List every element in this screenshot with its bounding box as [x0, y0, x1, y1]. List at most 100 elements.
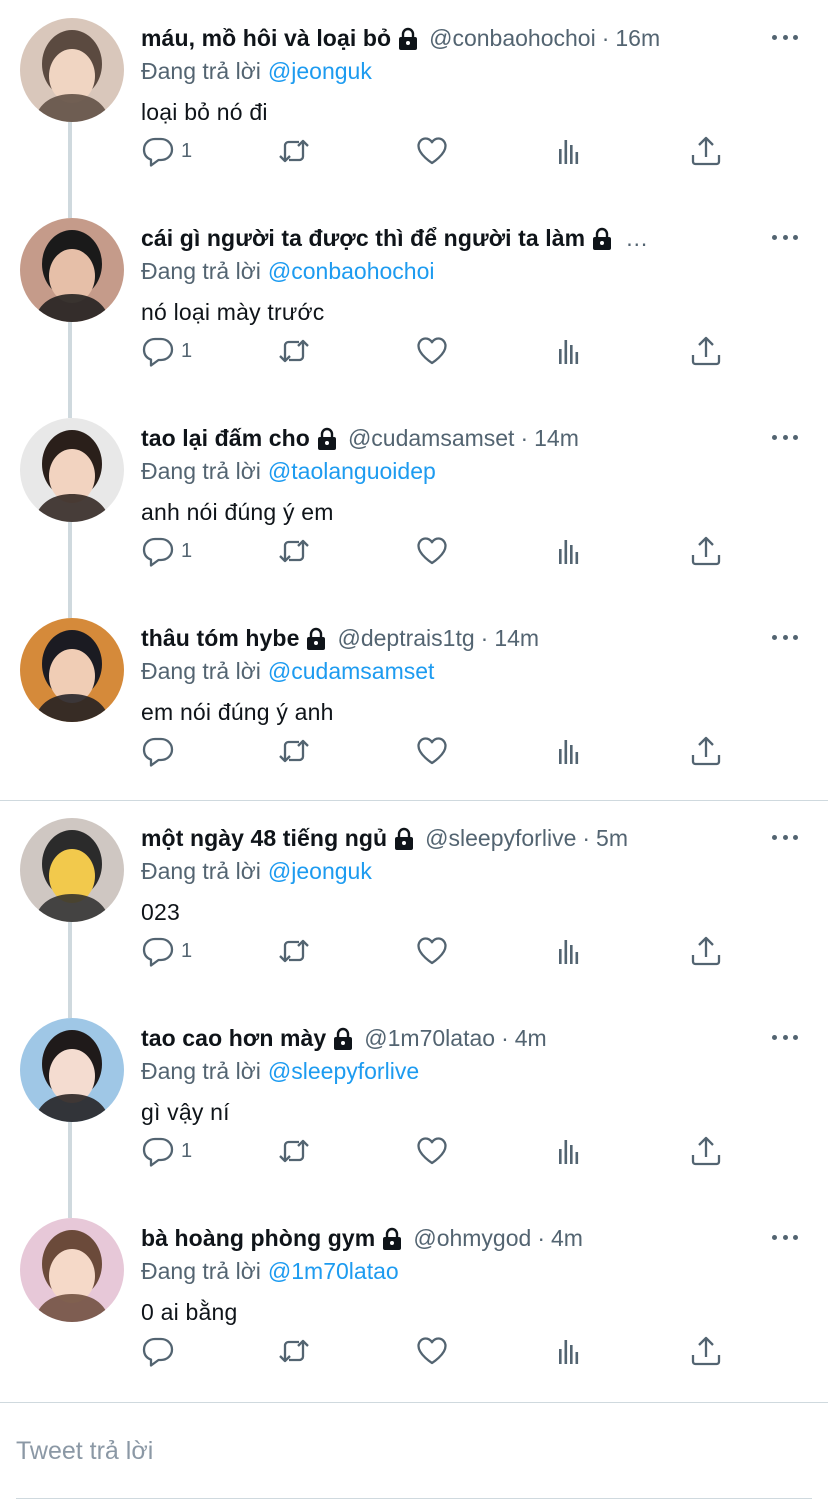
avatar[interactable]	[20, 618, 124, 722]
mention-link[interactable]: @jeonguk	[268, 858, 372, 884]
replying-to-label: Đang trả lời	[141, 458, 261, 484]
retweet-button[interactable]	[277, 134, 311, 168]
retweet-button[interactable]	[277, 934, 311, 968]
tweet-header: cái gì người ta được thì để người ta làm…	[141, 222, 758, 254]
like-button[interactable]	[415, 334, 449, 368]
reply-button[interactable]: 1	[141, 534, 192, 568]
more-icon[interactable]	[772, 226, 798, 248]
mention-link[interactable]: @sleepyforlive	[268, 1058, 419, 1084]
more-icon[interactable]	[772, 1026, 798, 1048]
retweet-button[interactable]	[277, 1134, 311, 1168]
user-handle[interactable]: @deptrais1tg	[337, 622, 474, 654]
share-button[interactable]	[689, 1134, 723, 1168]
timestamp[interactable]: 4m	[515, 1022, 547, 1054]
share-button[interactable]	[689, 334, 723, 368]
tweet[interactable]: máu, mồ hôi và loại bỏ @conbaohochoi · 16m Đ…	[0, 0, 828, 200]
replying-to-label: Đang trả lời	[141, 658, 261, 684]
tweet-text: anh nói đúng ý em	[141, 499, 334, 525]
timestamp[interactable]: 14m	[494, 622, 539, 654]
display-name[interactable]: một ngày 48 tiếng ngủ	[141, 822, 387, 854]
stats-icon	[553, 334, 587, 368]
avatar[interactable]	[20, 418, 124, 522]
mention-link[interactable]: @cudamsamset	[268, 658, 435, 684]
display-name[interactable]: tao cao hơn mày	[141, 1022, 326, 1054]
reply-icon	[141, 134, 175, 168]
replying-to: Đang trả lời @jeonguk	[141, 855, 372, 887]
stats-button[interactable]	[553, 534, 587, 568]
share-button[interactable]	[689, 534, 723, 568]
reply-button[interactable]: 1	[141, 334, 192, 368]
avatar[interactable]	[20, 818, 124, 922]
reply-input[interactable]	[16, 1431, 806, 1471]
tweet[interactable]: cái gì người ta được thì để người ta làm…	[0, 200, 828, 400]
tweet[interactable]: tao cao hơn mày @1m70latao · 4m Đang trả lời…	[0, 1000, 828, 1200]
avatar[interactable]	[20, 1018, 124, 1122]
display-name[interactable]: tao lại đấm cho	[141, 422, 310, 454]
stats-button[interactable]	[553, 334, 587, 368]
stats-button[interactable]	[553, 1334, 587, 1368]
lock-icon	[393, 827, 415, 851]
reply-button[interactable]	[141, 1334, 181, 1368]
mention-link[interactable]: @taolanguoidep	[268, 458, 436, 484]
like-button[interactable]	[415, 734, 449, 768]
more-icon[interactable]	[772, 1226, 798, 1248]
like-button[interactable]	[415, 1334, 449, 1368]
timestamp[interactable]: 16m	[615, 22, 660, 54]
stats-button[interactable]	[553, 734, 587, 768]
action-bar: 1	[141, 534, 741, 568]
display-name[interactable]: cái gì người ta được thì để người ta làm	[141, 222, 585, 254]
more-icon[interactable]	[772, 826, 798, 848]
avatar[interactable]	[20, 1218, 124, 1322]
like-button[interactable]	[415, 534, 449, 568]
like-button[interactable]	[415, 134, 449, 168]
stats-button[interactable]	[553, 134, 587, 168]
retweet-button[interactable]	[277, 734, 311, 768]
avatar[interactable]	[20, 218, 124, 322]
share-button[interactable]	[689, 734, 723, 768]
stats-button[interactable]	[553, 934, 587, 968]
user-handle[interactable]: @conbaohochoi	[429, 22, 596, 54]
replying-to: Đang trả lời @jeonguk	[141, 55, 372, 87]
like-icon	[415, 134, 449, 168]
mention-link[interactable]: @1m70latao	[268, 1258, 399, 1284]
reply-button[interactable]: 1	[141, 1134, 192, 1168]
like-button[interactable]	[415, 934, 449, 968]
timestamp[interactable]: 4m	[551, 1222, 583, 1254]
reply-button[interactable]: 1	[141, 134, 192, 168]
user-handle[interactable]: @ohmygod	[413, 1222, 531, 1254]
retweet-button[interactable]	[277, 534, 311, 568]
action-bar: 1	[141, 1134, 741, 1168]
more-icon[interactable]	[772, 26, 798, 48]
share-button[interactable]	[689, 934, 723, 968]
reply-button[interactable]	[141, 734, 181, 768]
reply-icon	[141, 734, 175, 768]
display-name[interactable]: bà hoàng phòng gym	[141, 1222, 375, 1254]
tweet[interactable]: bà hoàng phòng gym @ohmygod · 4m Đang trả lờ…	[0, 1200, 828, 1400]
avatar[interactable]	[20, 18, 124, 122]
retweet-button[interactable]	[277, 334, 311, 368]
display-name[interactable]: thâu tóm hybe	[141, 622, 299, 654]
action-bar: 1	[141, 134, 741, 168]
mention-link[interactable]: @conbaohochoi	[268, 258, 435, 284]
more-icon[interactable]	[772, 426, 798, 448]
replying-to: Đang trả lời @conbaohochoi	[141, 255, 435, 287]
timestamp[interactable]: 5m	[596, 822, 628, 854]
tweet[interactable]: tao lại đấm cho @cudamsamset · 14m Đang trả …	[0, 400, 828, 600]
mention-link[interactable]: @jeonguk	[268, 58, 372, 84]
stats-button[interactable]	[553, 1134, 587, 1168]
tweet-text: em nói đúng ý anh	[141, 699, 334, 725]
tweet[interactable]: thâu tóm hybe @deptrais1tg · 14m Đang trả lờ…	[0, 600, 828, 800]
user-handle[interactable]: @sleepyforlive	[425, 822, 576, 854]
tweet[interactable]: một ngày 48 tiếng ngủ @sleepyforlive · 5m Đa…	[0, 800, 828, 1000]
share-button[interactable]	[689, 134, 723, 168]
reply-button[interactable]: 1	[141, 934, 192, 968]
timestamp[interactable]: 14m	[534, 422, 579, 454]
share-button[interactable]	[689, 1334, 723, 1368]
like-button[interactable]	[415, 1134, 449, 1168]
more-icon[interactable]	[772, 626, 798, 648]
display-name[interactable]: máu, mồ hôi và loại bỏ	[141, 22, 391, 54]
user-handle[interactable]: @1m70latao	[364, 1022, 495, 1054]
user-handle[interactable]: @cudamsamset	[348, 422, 515, 454]
retweet-button[interactable]	[277, 1334, 311, 1368]
retweet-icon	[277, 334, 311, 368]
